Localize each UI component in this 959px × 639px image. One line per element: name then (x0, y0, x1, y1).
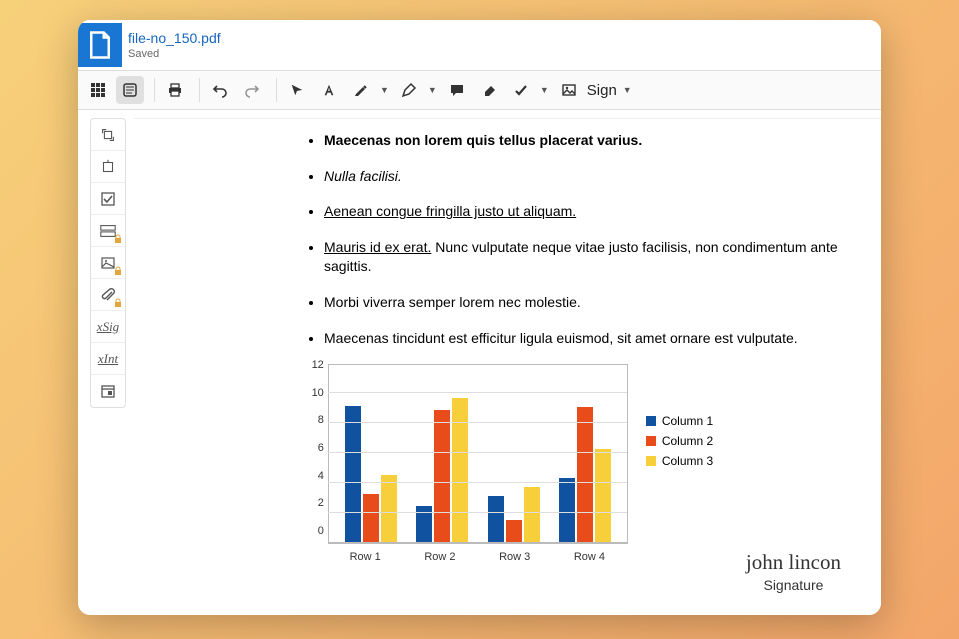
select-tool-button[interactable] (283, 76, 311, 104)
draw-tool-dropdown[interactable]: ▼ (395, 76, 437, 104)
bar-chart: 121086420 Row 1Row 2Row 3Row 4 (328, 364, 628, 544)
header: file-no_150.pdf Saved (78, 20, 881, 70)
bar (595, 449, 611, 542)
comment-tool-button[interactable] (443, 76, 471, 104)
legend-swatch (646, 456, 656, 466)
toolbar-sep (199, 78, 200, 102)
bar (345, 406, 361, 543)
gridline (328, 482, 627, 483)
list-item: Aenean congue fringilla justo ut aliquam… (324, 202, 841, 222)
thumbnails-view-button[interactable] (84, 76, 112, 104)
caret-icon: ▼ (428, 85, 437, 95)
legend-item: Column 1 (646, 414, 713, 428)
bar-group (488, 487, 540, 543)
gridline (328, 452, 627, 453)
initials-panel-button[interactable]: xInt (91, 343, 125, 375)
lock-icon (113, 298, 123, 308)
print-button[interactable] (161, 76, 189, 104)
bar (488, 496, 504, 543)
x-tick-label: Row 2 (424, 551, 455, 563)
caret-icon: ▼ (540, 85, 549, 95)
side-toolbar: xSig xInt (90, 118, 126, 408)
sign-label: Sign (587, 82, 617, 99)
legend-swatch (646, 436, 656, 446)
bar (559, 478, 575, 543)
bar (381, 475, 397, 543)
highlight-tool-dropdown[interactable]: ▼ (347, 76, 389, 104)
toolbar: ▼ ▼ ▼ Sign ▼ (78, 70, 881, 110)
bar (452, 398, 468, 542)
bar-group (416, 398, 468, 542)
legend-label: Column 3 (662, 454, 713, 468)
check-icon (507, 76, 535, 104)
x-tick-label: Row 3 (499, 551, 530, 563)
toolbar-sep (154, 78, 155, 102)
gridline (328, 422, 627, 423)
form-tool-button[interactable] (91, 215, 125, 247)
image-tool-button[interactable] (555, 76, 583, 104)
file-title[interactable]: file-no_150.pdf (128, 30, 221, 46)
highlight-icon (347, 76, 375, 104)
crop-tool-button[interactable] (91, 151, 125, 183)
legend-item: Column 3 (646, 454, 713, 468)
gridline (328, 512, 627, 513)
signature-panel-button[interactable]: xSig (91, 311, 125, 343)
list-item: Nulla facilisi. (324, 167, 841, 187)
caret-icon: ▼ (623, 85, 632, 95)
y-tick-label: 6 (304, 442, 324, 454)
check-tool-dropdown[interactable]: ▼ (507, 76, 549, 104)
gridline (328, 392, 627, 393)
legend-label: Column 1 (662, 414, 713, 428)
legend-label: Column 2 (662, 434, 713, 448)
app-window: file-no_150.pdf Saved (78, 20, 881, 615)
bar-group (345, 406, 397, 543)
x-tick-label: Row 1 (350, 551, 381, 563)
y-tick-label: 12 (304, 359, 324, 371)
list-item: Mauris id ex erat. Nunc vulputate neque … (324, 238, 841, 277)
chart-container: 121086420 Row 1Row 2Row 3Row 4 Column 1C… (174, 364, 841, 544)
signature-block: john lincon Signature (746, 550, 841, 593)
checkbox-tool-button[interactable] (91, 183, 125, 215)
bar (434, 410, 450, 542)
y-tick-label: 10 (304, 387, 324, 399)
caret-icon: ▼ (380, 85, 389, 95)
y-tick-label: 8 (304, 414, 324, 426)
lock-icon (113, 266, 123, 276)
undo-button[interactable] (206, 76, 234, 104)
bar (506, 520, 522, 543)
chart-legend: Column 1 Column 2 Column 3 (646, 414, 713, 474)
list-item: Maecenas non lorem quis tellus placerat … (324, 131, 841, 151)
signature-name: john lincon (746, 550, 841, 575)
save-status: Saved (128, 48, 221, 60)
date-tool-button[interactable] (91, 375, 125, 407)
y-tick-label: 4 (304, 470, 324, 482)
legend-item: Column 2 (646, 434, 713, 448)
pencil-icon (395, 76, 423, 104)
toolbar-sep (276, 78, 277, 102)
text-tool-button[interactable] (315, 76, 343, 104)
app-logo (78, 23, 122, 67)
sign-dropdown[interactable]: Sign ▼ (587, 82, 632, 99)
y-tick-label: 2 (304, 497, 324, 509)
list-item: Maecenas tincidunt est efficitur ligula … (324, 329, 841, 349)
legend-swatch (646, 416, 656, 426)
lock-icon (113, 234, 123, 244)
rotate-tool-button[interactable] (91, 119, 125, 151)
document-list: Maecenas non lorem quis tellus placerat … (174, 131, 841, 348)
eraser-tool-button[interactable] (475, 76, 503, 104)
y-tick-label: 0 (304, 525, 324, 537)
bar (577, 407, 593, 542)
redo-button[interactable] (238, 76, 266, 104)
bar (363, 494, 379, 542)
signature-label: Signature (746, 577, 841, 593)
bar-group (559, 407, 611, 542)
document-page: Maecenas non lorem quis tellus placerat … (134, 118, 881, 615)
attach-tool-button[interactable] (91, 279, 125, 311)
list-item: Morbi viverra semper lorem nec molestie. (324, 293, 841, 313)
image-panel-button[interactable] (91, 247, 125, 279)
x-tick-label: Row 4 (574, 551, 605, 563)
bar (524, 487, 540, 543)
page-view-button[interactable] (116, 76, 144, 104)
